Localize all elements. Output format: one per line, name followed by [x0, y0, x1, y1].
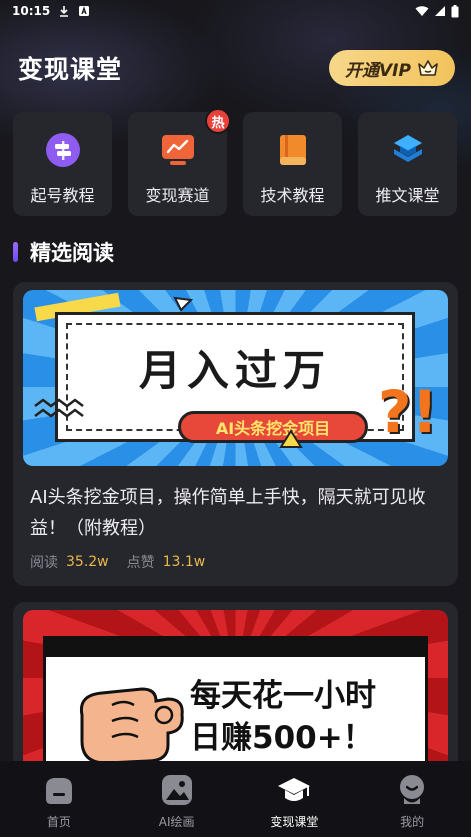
wifi-icon — [415, 6, 429, 16]
banner-mark: ?! — [377, 378, 438, 446]
article-title: AI头条挖金项目，操作简单上手快，隔天就可见收益！（附教程） — [30, 487, 426, 539]
page-title: 变现课堂 — [18, 55, 123, 84]
vip-label: 开通VIP — [345, 60, 411, 81]
category-label: 起号教程 — [30, 186, 95, 205]
banner-line-1: 每天花一小时 — [190, 678, 376, 714]
article-stats: 阅读 35.2w 点赞 13.1w — [30, 552, 223, 572]
status-time: 10:15 — [12, 4, 51, 18]
notification-a-icon — [79, 6, 90, 16]
section-title: 精选阅读 — [30, 241, 114, 265]
section-header: 精选阅读 — [13, 238, 114, 266]
profile-icon — [400, 775, 425, 804]
trend-monitor-icon — [161, 135, 194, 165]
category-qihao[interactable]: 起号教程 — [13, 112, 112, 216]
home-icon — [45, 778, 72, 804]
like-label: 点赞 — [126, 555, 155, 571]
read-count: 35.2w — [66, 554, 109, 570]
triangle-decoration-icon — [173, 296, 193, 312]
tab-home[interactable]: 首页 — [0, 761, 118, 837]
category-label: 推文课堂 — [375, 186, 440, 205]
tab-label: AI绘画 — [158, 815, 195, 829]
tab-label: 我的 — [400, 815, 425, 829]
category-label: 变现赛道 — [145, 186, 210, 205]
article-card[interactable]: 月入过万 AI头条挖金项目 ?! AI头条挖金项目，操作简单上手快，隔天就可见收… — [13, 282, 458, 586]
category-jishu[interactable]: 技术教程 — [243, 112, 342, 216]
category-label: 技术教程 — [260, 186, 325, 205]
article-card[interactable]: 每天花一小时 日赚500+！ — [13, 602, 458, 772]
banner-headline: 月入过万 — [138, 346, 331, 395]
article-banner: 每天花一小时 日赚500+！ — [23, 610, 448, 772]
image-icon — [161, 775, 192, 805]
like-count: 13.1w — [162, 554, 206, 570]
category-bianxian[interactable]: 变现赛道 热 — [128, 108, 231, 216]
status-bar: 10:15 — [0, 0, 471, 22]
tab-ai-painting[interactable]: AI绘画 — [118, 761, 236, 837]
hot-badge: 热 — [205, 108, 231, 134]
article-banner: 月入过万 AI头条挖金项目 ?! — [23, 290, 448, 466]
category-grid: 起号教程 变现赛道 热 技术教程 推文课堂 — [13, 108, 458, 216]
category-tuiwen[interactable]: 推文课堂 — [358, 112, 457, 216]
banner-frame: 月入过万 AI头条挖金项目 — [55, 312, 415, 443]
banner-panel: 每天花一小时 日赚500+！ — [43, 636, 428, 772]
tab-mine[interactable]: 我的 — [353, 761, 471, 837]
banner-tag: AI头条挖金项目 — [178, 411, 368, 443]
signal-icon — [435, 6, 445, 16]
tab-label: 首页 — [46, 815, 71, 829]
pointing-fist-icon — [79, 687, 184, 765]
banner-headline: 每天花一小时 日赚500+！ — [190, 675, 376, 759]
banner-line-2: 日赚500+！ — [190, 720, 374, 756]
graduation-cap-icon — [278, 778, 311, 801]
layers-icon — [393, 135, 422, 162]
tab-course[interactable]: 变现课堂 — [236, 761, 354, 837]
battery-icon — [451, 4, 459, 17]
tab-label: 变现课堂 — [270, 815, 319, 829]
download-icon — [60, 6, 69, 17]
signpost-icon — [45, 133, 80, 167]
bottom-tab-bar: 首页 AI绘画 变现课堂 我的 — [0, 761, 471, 837]
open-vip-button[interactable]: 开通VIP — [329, 50, 455, 86]
triangle-decoration-icon — [279, 429, 303, 448]
crown-icon — [418, 60, 438, 76]
read-label: 阅读 — [30, 555, 58, 571]
zigzag-decoration-icon — [34, 398, 84, 418]
header: 变现课堂 开通VIP — [18, 48, 455, 88]
book-icon — [279, 135, 306, 165]
section-accent-bar — [13, 242, 18, 262]
